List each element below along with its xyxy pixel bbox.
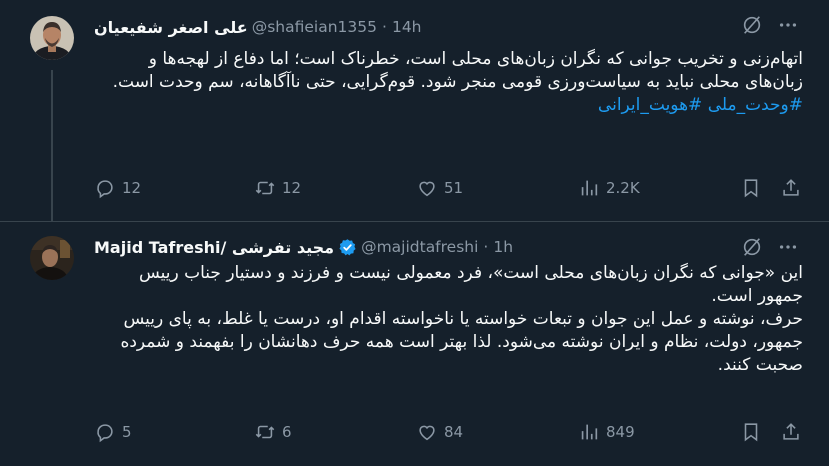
tweet-1[interactable]: علی اصغر شفیعیان @shafieian1355 · 14h ات… [0, 0, 829, 222]
timestamp[interactable]: 14h [392, 18, 422, 36]
action-bar: 5 6 84 849 [94, 420, 807, 444]
views-count: 2.2K [606, 179, 640, 197]
repost-count: 6 [282, 423, 292, 441]
reply-icon [97, 424, 113, 443]
like-icon [419, 425, 435, 441]
avatar[interactable] [30, 16, 74, 60]
tweet-2[interactable]: Majid Tafreshi/ مجید تفرشی @majidtafresh… [0, 222, 829, 466]
like-count: 84 [444, 423, 464, 441]
tweet-text-paragraph-2: حرف، نوشته و عمل این جوان و تبعات خواسته… [120, 309, 803, 375]
like-count: 51 [444, 179, 464, 197]
like-button[interactable]: 51 [416, 177, 463, 199]
repost-button[interactable]: 12 [254, 177, 301, 199]
separator-dot: · [382, 18, 387, 36]
bookmark-icon [744, 179, 758, 198]
reply-count: 5 [122, 423, 132, 441]
grok-icon[interactable] [741, 236, 763, 258]
timestamp[interactable]: 1h [493, 238, 513, 256]
repost-button[interactable]: 6 [254, 421, 292, 443]
thread-connector-line [51, 70, 53, 222]
views-icon [581, 180, 598, 196]
author-name[interactable]: Majid Tafreshi/ مجید تفرشی [94, 238, 334, 257]
tweet-header: Majid Tafreshi/ مجید تفرشی @majidtafresh… [94, 236, 513, 258]
author-handle[interactable]: @majidtafreshi [361, 238, 478, 256]
reply-button[interactable]: 12 [94, 177, 141, 199]
action-bar: 12 12 51 2.2K [94, 176, 807, 200]
reply-icon [97, 180, 113, 199]
like-icon [419, 181, 435, 197]
reply-button[interactable]: 5 [94, 421, 132, 443]
share-icon [783, 179, 799, 196]
tweet-text: اتهام‌زنی و تخریب جوانی که نگران زبان‌ها… [93, 48, 803, 117]
tweet-text-paragraph-1: این «جوانی که نگران زبان‌های محلی است»، … [138, 263, 803, 306]
verified-badge-icon [339, 238, 356, 255]
hashtag-links[interactable]: #وحدت_ملی #هویت_ایرانی [93, 94, 803, 117]
repost-icon [255, 181, 275, 195]
more-icon[interactable] [777, 236, 799, 258]
reply-count: 12 [122, 179, 142, 197]
bookmark-button[interactable] [740, 177, 762, 199]
share-icon [783, 423, 799, 440]
tweet-text-content: اتهام‌زنی و تخریب جوانی که نگران زبان‌ها… [112, 49, 803, 92]
author-name[interactable]: علی اصغر شفیعیان [94, 18, 248, 37]
views-icon [581, 424, 598, 440]
separator-dot: · [483, 238, 489, 256]
more-icon[interactable] [777, 14, 799, 36]
tweet-text: این «جوانی که نگران زبان‌های محلی است»، … [93, 262, 803, 377]
bookmark-button[interactable] [740, 421, 762, 443]
grok-icon[interactable] [741, 14, 763, 36]
author-handle[interactable]: @shafieian1355 [252, 18, 377, 36]
repost-icon [255, 425, 275, 439]
tweet-header: علی اصغر شفیعیان @shafieian1355 · 14h [94, 16, 422, 38]
views-count: 849 [606, 423, 635, 441]
avatar[interactable] [30, 236, 74, 280]
views-button[interactable]: 849 [578, 421, 635, 443]
repost-count: 12 [282, 179, 302, 197]
bookmark-icon [744, 423, 758, 442]
share-button[interactable] [780, 177, 802, 199]
views-button[interactable]: 2.2K [578, 177, 640, 199]
like-button[interactable]: 84 [416, 421, 463, 443]
share-button[interactable] [780, 421, 802, 443]
